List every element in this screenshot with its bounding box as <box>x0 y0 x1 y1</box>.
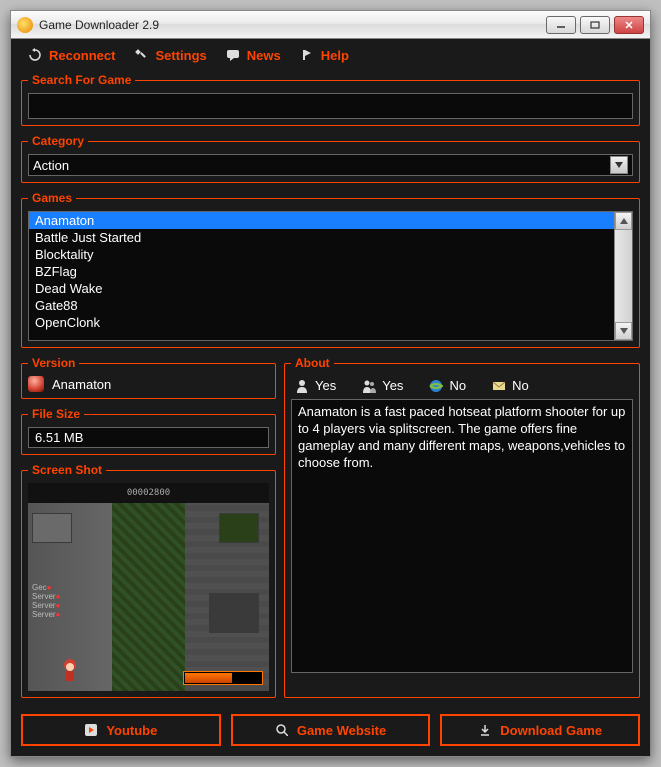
feature-multi: Yes <box>382 378 403 393</box>
app-icon <box>17 17 33 33</box>
character-sprite <box>58 657 82 683</box>
search-legend: Search For Game <box>28 73 135 87</box>
version-legend: Version <box>28 356 79 370</box>
feature-online: No <box>449 378 466 393</box>
news-button[interactable]: News <box>225 47 281 63</box>
games-list[interactable]: Anamaton Battle Just Started Blocktality… <box>28 211 633 341</box>
filesize-value: 6.51 MB <box>28 427 269 448</box>
list-item[interactable]: Anamaton <box>29 212 614 229</box>
about-group: About Yes Yes <box>284 356 640 698</box>
help-icon <box>299 47 315 63</box>
list-item[interactable]: Battle Just Started <box>29 229 614 246</box>
version-group: Version Anamaton <box>21 356 276 399</box>
games-group: Games Anamaton Battle Just Started Block… <box>21 191 640 348</box>
magnify-icon <box>275 723 289 737</box>
feature-single: Yes <box>315 378 336 393</box>
list-item[interactable]: Dead Wake <box>29 280 614 297</box>
game-website-button[interactable]: Game Website <box>231 714 431 746</box>
reconnect-label: Reconnect <box>49 48 115 63</box>
close-button[interactable] <box>614 16 644 34</box>
about-features: Yes Yes No <box>291 376 633 395</box>
single-player-icon <box>295 379 309 393</box>
download-label: Download Game <box>500 723 602 738</box>
titlebar[interactable]: Game Downloader 2.9 <box>11 11 650 39</box>
screenshot-image: 00002800 Hold Out 00:42 Gec●Server●Serve… <box>28 483 269 691</box>
about-description: Anamaton is a fast paced hotseat platfor… <box>291 399 633 673</box>
settings-icon <box>133 47 149 63</box>
youtube-button[interactable]: Youtube <box>21 714 221 746</box>
window-title: Game Downloader 2.9 <box>39 18 159 32</box>
games-legend: Games <box>28 191 76 205</box>
category-select[interactable]: Action <box>28 154 633 176</box>
feature-email: No <box>512 378 529 393</box>
maximize-button[interactable] <box>580 16 610 34</box>
toolbar: Reconnect Settings News Help <box>21 45 640 73</box>
list-item[interactable]: Gate88 <box>29 297 614 314</box>
list-item[interactable]: OpenClonk <box>29 314 614 331</box>
email-icon <box>492 379 506 393</box>
reconnect-button[interactable]: Reconnect <box>27 47 115 63</box>
website-label: Game Website <box>297 723 386 738</box>
multi-player-icon <box>362 379 376 393</box>
filesize-group: File Size 6.51 MB <box>21 407 276 455</box>
reconnect-icon <box>27 47 43 63</box>
news-icon <box>225 47 241 63</box>
game-character-icon <box>28 376 44 392</box>
download-icon <box>478 723 492 737</box>
healthbar <box>183 671 263 685</box>
filesize-legend: File Size <box>28 407 84 421</box>
list-item[interactable]: BZFlag <box>29 263 614 280</box>
category-group: Category Action <box>21 134 640 183</box>
scroll-up-button[interactable] <box>615 212 632 230</box>
scrollbar[interactable] <box>614 212 632 340</box>
screenshot-group: Screen Shot 00002800 Hold Out 00:42 Gec●… <box>21 463 276 698</box>
youtube-label: Youtube <box>106 723 157 738</box>
news-label: News <box>247 48 281 63</box>
minimize-button[interactable] <box>546 16 576 34</box>
online-icon <box>429 379 443 393</box>
dropdown-arrow-icon <box>610 156 628 174</box>
help-button[interactable]: Help <box>299 47 349 63</box>
category-value: Action <box>33 158 69 173</box>
search-input[interactable] <box>28 93 633 119</box>
play-icon <box>84 723 98 737</box>
scroll-track[interactable] <box>615 230 632 322</box>
help-label: Help <box>321 48 349 63</box>
version-name: Anamaton <box>52 377 111 392</box>
search-group: Search For Game <box>21 73 640 126</box>
category-legend: Category <box>28 134 88 148</box>
settings-button[interactable]: Settings <box>133 47 206 63</box>
screenshot-score: 00002800 <box>127 488 170 498</box>
screenshot-legend: Screen Shot <box>28 463 106 477</box>
download-game-button[interactable]: Download Game <box>440 714 640 746</box>
scroll-down-button[interactable] <box>615 322 632 340</box>
about-legend: About <box>291 356 334 370</box>
app-window: Game Downloader 2.9 Reconnect <box>10 10 651 757</box>
settings-label: Settings <box>155 48 206 63</box>
list-item[interactable]: Blocktality <box>29 246 614 263</box>
